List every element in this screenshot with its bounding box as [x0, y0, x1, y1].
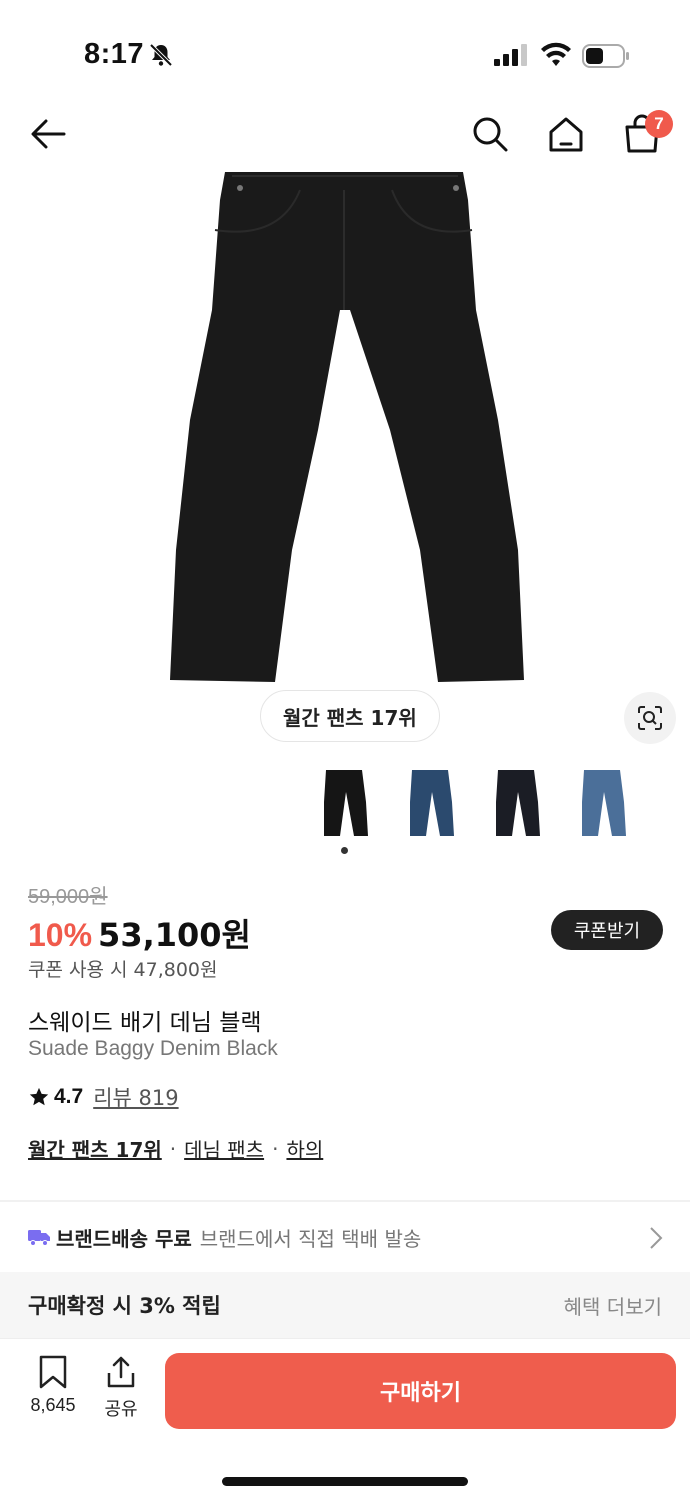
- thumbnail-navy-black[interactable]: [482, 762, 552, 842]
- status-time: 8:17: [84, 38, 145, 70]
- home-indicator: [222, 1477, 468, 1486]
- benefit-more-link[interactable]: 혜택 더보기: [564, 1291, 662, 1320]
- chevron-right-icon[interactable]: [648, 1226, 664, 1250]
- lens-search-icon: [638, 706, 662, 730]
- buy-button[interactable]: 구매하기: [165, 1353, 676, 1429]
- thumbnail-dark-blue[interactable]: [396, 762, 466, 842]
- coupon-price: 쿠폰 사용 시 47,800원: [28, 959, 218, 981]
- category-rank-link[interactable]: 월간 팬츠 17위: [28, 1134, 162, 1163]
- monthly-rank-badge[interactable]: 월간 팬츠 17위: [260, 690, 440, 742]
- home-icon[interactable]: [546, 114, 586, 154]
- rating-row: 4.7 리뷰 819: [28, 1082, 179, 1112]
- share-button[interactable]: 공유: [96, 1355, 146, 1425]
- share-icon: [107, 1356, 135, 1388]
- color-thumbnails: [310, 762, 670, 842]
- cart-count-badge: 7: [645, 110, 673, 138]
- separator: ·: [272, 1136, 279, 1161]
- separator: ·: [169, 1136, 177, 1161]
- bookmark-icon: [39, 1355, 67, 1389]
- discount-rate: 10%: [28, 917, 93, 953]
- signal-icon: [494, 44, 527, 66]
- thumbnail-mid-blue[interactable]: [568, 762, 638, 842]
- truck-icon: [28, 1230, 50, 1246]
- bookmark-button[interactable]: 8,645: [18, 1355, 88, 1425]
- price-row: 10% 53,100원: [28, 910, 251, 954]
- category-denim-link[interactable]: 데님 팬츠: [184, 1134, 264, 1163]
- image-search-button[interactable]: [624, 692, 676, 744]
- status-bar: 8:17: [0, 0, 690, 100]
- wifi-icon: [541, 42, 571, 66]
- bell-muted-icon: [149, 43, 173, 67]
- review-link[interactable]: 리뷰 819: [93, 1082, 178, 1112]
- bottom-action-bar: 8,645 공유 구매하기: [0, 1338, 690, 1438]
- battery-icon: [582, 44, 629, 68]
- thumbnail-indicator-dot: [341, 847, 348, 854]
- shipping-title: 브랜드배송 무료: [56, 1226, 192, 1251]
- sale-price: 53,100원: [98, 916, 251, 954]
- product-name-english: Suade Baggy Denim Black: [28, 1037, 278, 1060]
- share-label: 공유: [104, 1399, 138, 1420]
- category-breadcrumb: 월간 팬츠 17위 · 데님 팬츠 · 하의: [28, 1134, 323, 1163]
- shipping-info-row[interactable]: 브랜드배송 무료 브랜드에서 직접 택배 발송: [0, 1202, 690, 1272]
- product-name-korean: 스웨이드 배기 데님 블랙: [28, 1010, 262, 1036]
- shipping-subtitle: 브랜드에서 직접 택배 발송: [199, 1226, 422, 1251]
- benefit-row[interactable]: 구매확정 시 3% 적립 혜택 더보기: [0, 1272, 690, 1338]
- search-icon[interactable]: [470, 114, 510, 154]
- top-nav: [0, 100, 690, 170]
- get-coupon-button[interactable]: 쿠폰받기: [551, 910, 663, 950]
- thumbnail-black[interactable]: [310, 762, 380, 842]
- product-image[interactable]: [0, 170, 690, 730]
- benefit-title: 구매확정 시 3% 적립: [28, 1294, 221, 1318]
- original-price: 59,000원: [28, 886, 108, 908]
- rating-score: 4.7: [54, 1085, 84, 1108]
- star-icon: [29, 1087, 49, 1106]
- category-bottoms-link[interactable]: 하의: [286, 1134, 323, 1163]
- bookmark-count: 8,645: [30, 1395, 76, 1415]
- back-arrow-icon[interactable]: [28, 116, 68, 152]
